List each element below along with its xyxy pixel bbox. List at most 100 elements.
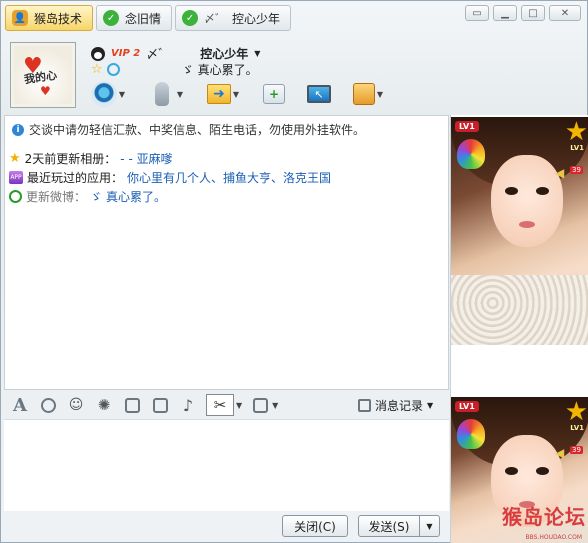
heart-icon: ♥ [40,84,51,98]
chevron-down-icon[interactable]: ▼ [175,90,185,99]
online-status-icon: ✓ [182,10,199,26]
tab-kong-xin-shao-nian[interactable]: ✓ 〆゛ 控心少年 [175,5,292,31]
close-window-button[interactable]: ✕ [549,5,581,21]
send-options-button[interactable]: ▼ [419,515,440,537]
microphone-icon [149,81,175,107]
image-icon [152,397,168,413]
feed-album: ★ 2天前更新相册： - - 亚麻嗲 [9,150,331,166]
contact-nickname[interactable]: 控心少年 [200,45,248,62]
info-icon: i [12,123,24,136]
feed-album-prefix: 2天前更新相册： [24,151,117,166]
send-file-button[interactable]: ➜ ▼ [207,84,241,104]
feed-weibo-mark: ゞ [90,189,103,204]
edit-icon [124,397,140,413]
toolbox-icon [252,397,268,413]
vip-badge[interactable]: VIP 2 [111,48,140,59]
maximize-button[interactable]: □ [521,5,545,21]
history-label: 消息记录 [375,399,424,413]
note-plus-icon: + [263,84,285,104]
window-controls: ▭ ▁ □ ✕ [465,5,581,21]
video-call-button[interactable]: ▼ [91,81,127,107]
my-show-image[interactable]: LV1 ★ LV1 ◀ 39 猴岛论坛 BBS.HOUDAO.COM [451,397,588,543]
star-icon[interactable]: ☆ [91,62,103,77]
app-button[interactable]: ▼ [353,83,385,105]
doodle-button[interactable] [122,395,142,415]
chat-window: 👤 猴岛技术 ✓ 念旧情 ✓ 〆゛ 控心少年 ▭ ▁ □ ✕ ♥ 我的心 ♥ V… [0,0,588,543]
chat-toolbar: ▼ ▼ ➜ ▼ + ↖ ▼ [91,81,385,107]
feed-app: APP 最近玩过的应用： 你心里有几个人、捕鱼大亨、洛克王国 [9,169,331,185]
notice-text: 交谈中请勿轻信汇款、中奖信息、陌生电话，勿使用外挂软件。 [29,123,366,137]
tab-label: 控心少年 [232,11,281,26]
feed-album-link[interactable]: - - 亚麻嗲 [120,150,172,167]
watermark-url: BBS.HOUDAO.COM [525,534,582,541]
star-icon[interactable]: ★ [565,119,588,145]
nick-prefix: 〆゛ [146,47,171,61]
count-badge: 39 [570,446,583,454]
feed-weibo-link[interactable]: 真心累了。 [106,188,166,205]
smiley-icon [40,397,56,413]
weibo-icon[interactable] [106,63,120,76]
message-history[interactable]: i 交谈中请勿轻信汇款、中奖信息、陌生电话，勿使用外挂软件。 ★ 2天前更新相册… [4,115,449,390]
feed-weibo-prefix: 更新微博： [26,189,87,204]
chevron-down-icon[interactable]: ▼ [427,401,433,410]
send-button[interactable]: 发送(S) [358,515,420,537]
create-discussion-button[interactable]: + [263,84,285,104]
qq-penguin-icon [91,46,105,61]
send-image-button[interactable] [150,395,170,415]
tab-label: 念旧情 [125,11,162,26]
chevron-down-icon[interactable]: ▼ [272,401,278,410]
chevron-down-icon[interactable]: ▼ [236,401,242,410]
level-star-text: LV1 [570,144,584,152]
weibo-icon [9,189,22,203]
rainbow-icon [457,139,485,169]
star-icon[interactable]: ★ [565,399,588,425]
contact-show-panel: LV1 ★ LV1 ◀ 39 LV1 ★ LV1 ◀ 39 猴岛论坛 BBS.H… [450,115,588,543]
feed-app-link[interactable]: 你心里有几个人、捕鱼大亨、洛克王国 [127,169,331,186]
restore-button[interactable]: ▭ [465,5,489,21]
rainbow-icon [457,419,485,449]
folder-arrow-icon: ➜ [207,84,231,104]
tab-prefix: 〆゛ [204,12,227,25]
webcam-icon [91,81,117,107]
more-tools-button[interactable] [250,395,270,415]
level-badge: LV1 [455,121,479,132]
minimize-button[interactable]: ▁ [493,5,517,21]
status-prefix: ゞ [181,63,194,77]
message-history-button[interactable]: 消息记录 ▼ [358,397,433,414]
feed-weibo: 更新微博： ゞ 真心累了。 [9,188,331,204]
emoticon-button[interactable] [38,395,58,415]
contact-avatar[interactable]: ♥ 我的心 ♥ [10,42,76,108]
voice-call-button[interactable]: ▼ [149,81,185,107]
app-box-icon [353,83,375,105]
speaker-icon[interactable]: ◀ [555,166,564,180]
contact-subheader: ☆ ゞ 真心累了。 [91,61,258,78]
star-icon: ★ [9,150,21,166]
group-icon: 👤 [12,10,28,26]
speaker-icon[interactable]: ◀ [555,446,564,460]
app-icon: APP [9,170,23,184]
contact-show-image[interactable]: LV1 ★ LV1 ◀ 39 [451,117,588,345]
level-badge: LV1 [455,401,479,412]
avatar-image: ♥ 我的心 ♥ [14,46,72,104]
music-button[interactable]: ♪ [178,395,198,415]
chevron-down-icon[interactable]: ▼ [254,49,260,58]
screenshot-button[interactable]: ✂ [206,394,234,416]
count-badge: 39 [570,166,583,174]
security-notice: i 交谈中请勿轻信汇款、中奖信息、陌生电话，勿使用外挂软件。 [12,121,365,138]
remote-assist-button[interactable]: ↖ [307,85,331,103]
status-message: 真心累了。 [197,63,258,77]
tab-nian-jiu-qing[interactable]: ✓ 念旧情 [96,5,173,31]
close-button[interactable]: 关闭(C) [282,515,348,537]
chevron-down-icon[interactable]: ▼ [375,90,385,99]
shake-button[interactable]: ✺ [94,395,114,415]
chevron-down-icon[interactable]: ▼ [231,90,241,99]
history-icon [358,399,371,412]
magic-face-button[interactable]: ☺ [66,395,86,415]
level-star-text: LV1 [570,424,584,432]
font-icon[interactable]: A [10,395,30,416]
feed-app-prefix: 最近玩过的应用： [27,170,124,185]
tab-houdao-tech[interactable]: 👤 猴岛技术 [5,5,94,31]
message-input[interactable] [4,419,449,511]
chevron-down-icon[interactable]: ▼ [117,90,127,99]
monitor-icon: ↖ [307,85,331,103]
